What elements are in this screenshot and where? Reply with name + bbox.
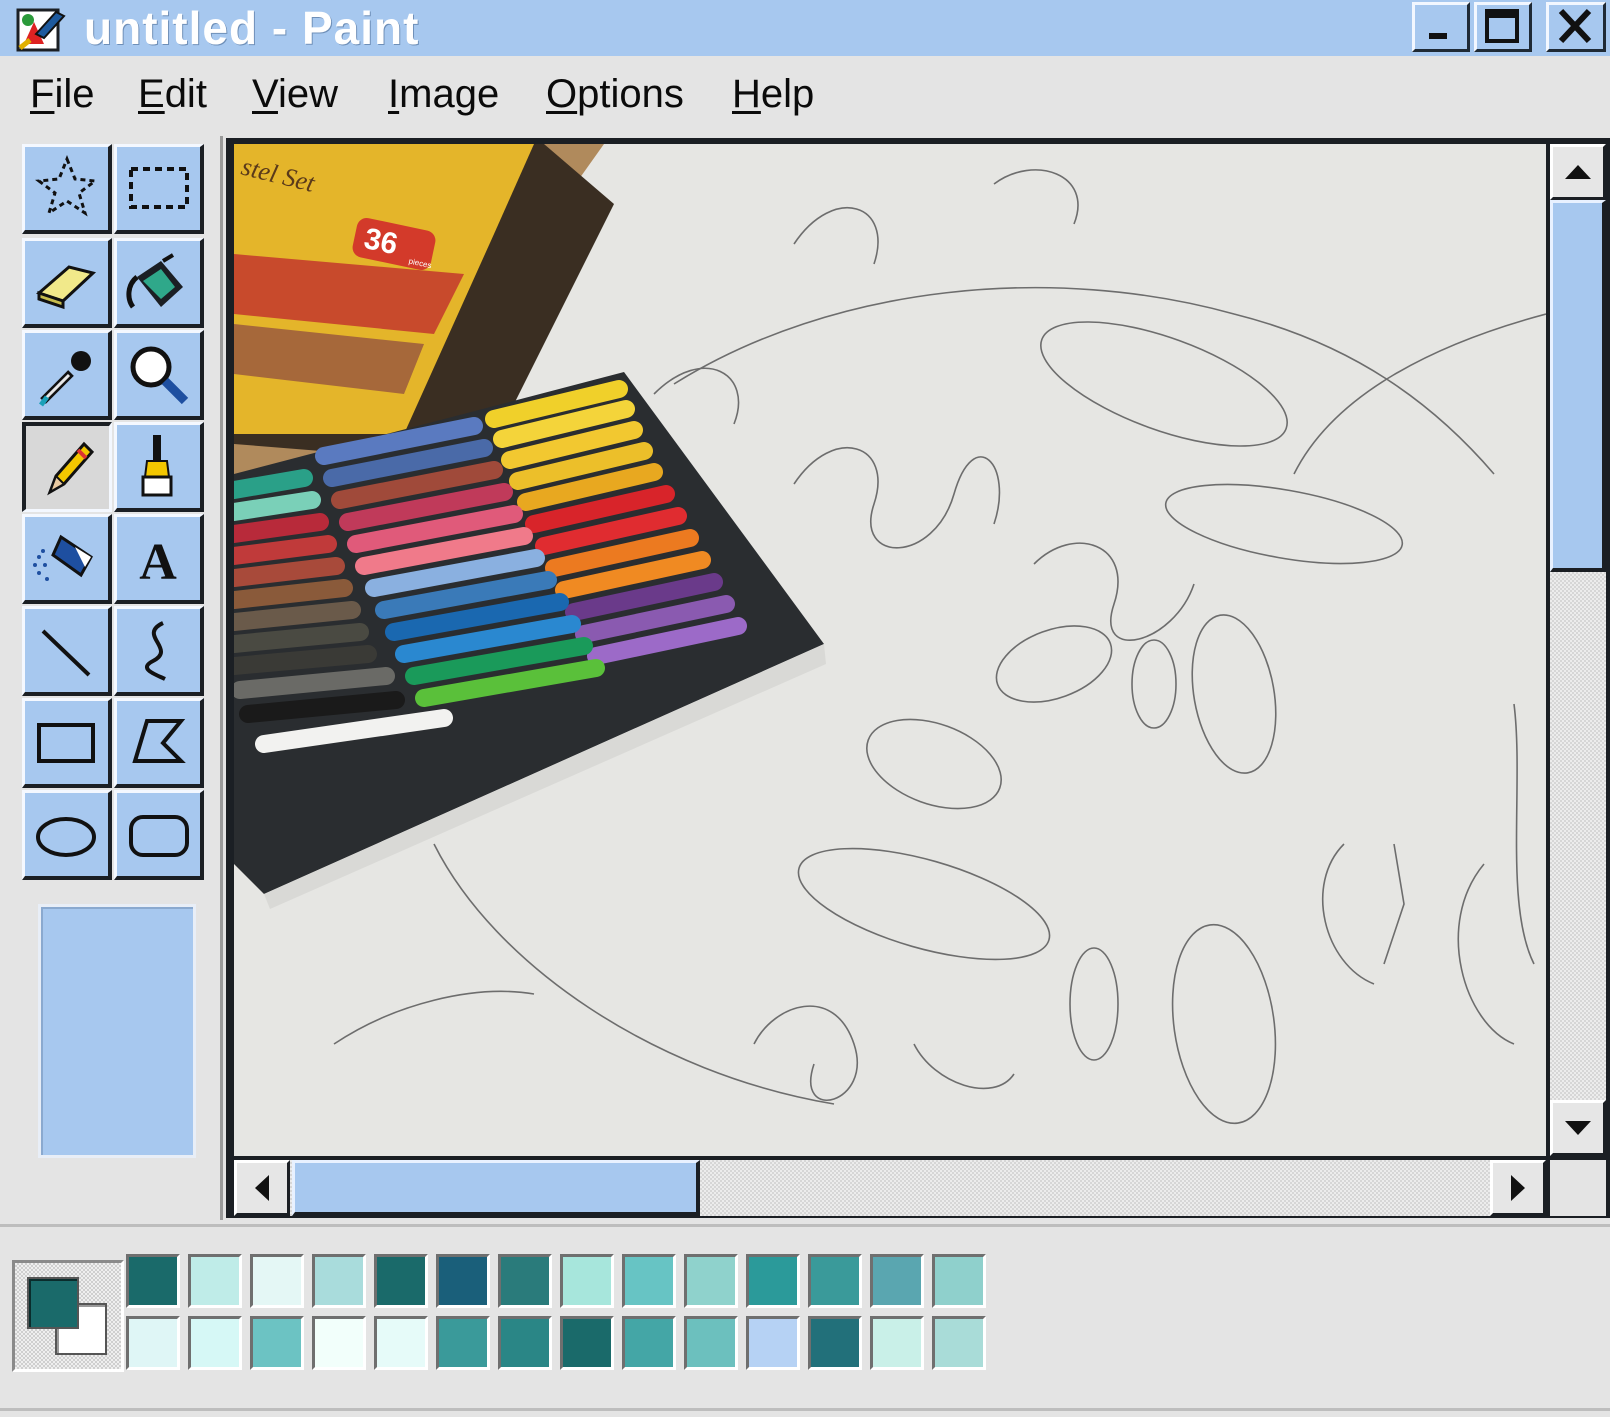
svg-text:36: 36	[361, 222, 401, 261]
palette-swatch[interactable]	[312, 1316, 366, 1370]
horizontal-scroll-thumb[interactable]	[292, 1160, 700, 1216]
palette-swatch[interactable]	[250, 1316, 304, 1370]
menu-edit[interactable]: Edit	[138, 72, 207, 116]
scroll-up-button[interactable]	[1550, 144, 1606, 200]
palette-swatch[interactable]	[746, 1254, 800, 1308]
tool-ellipse[interactable]	[22, 790, 112, 880]
paint-bucket-icon	[126, 253, 183, 309]
tool-line[interactable]	[22, 606, 112, 696]
vertical-scroll-thumb[interactable]	[1550, 200, 1606, 572]
toolbox: A	[14, 136, 223, 1220]
foreground-color-swatch[interactable]	[27, 1277, 79, 1329]
palette-swatch[interactable]	[374, 1316, 428, 1370]
palette-swatch[interactable]	[126, 1316, 180, 1370]
tool-polygon[interactable]	[114, 698, 204, 788]
tool-rectangle[interactable]	[22, 698, 112, 788]
eraser-icon	[36, 265, 97, 310]
tool-curve[interactable]	[114, 606, 204, 696]
palette-swatch[interactable]	[436, 1254, 490, 1308]
canvas-photo: 36 pieces stel Set	[234, 144, 1546, 1156]
palette-swatch[interactable]	[560, 1254, 614, 1308]
palette-swatch[interactable]	[498, 1254, 552, 1308]
menu-help[interactable]: Help	[732, 72, 814, 116]
palette-swatch[interactable]	[250, 1254, 304, 1308]
tool-rectangle-select[interactable]	[114, 144, 204, 234]
curve-icon	[145, 621, 166, 681]
tool-pencil[interactable]	[22, 422, 112, 512]
palette-swatch[interactable]	[870, 1254, 924, 1308]
airbrush-icon	[33, 534, 93, 581]
palette-swatch[interactable]	[932, 1254, 986, 1308]
palette-swatch[interactable]	[622, 1316, 676, 1370]
line-icon	[41, 629, 91, 677]
tool-eraser[interactable]	[22, 238, 112, 328]
palette-swatch[interactable]	[808, 1316, 862, 1370]
close-button[interactable]	[1546, 2, 1606, 52]
tool-fill-with-color[interactable]	[114, 238, 204, 328]
menu-image[interactable]: Image	[388, 72, 499, 116]
minimize-button[interactable]	[1412, 2, 1470, 52]
scrollbar-corner	[1550, 1160, 1606, 1216]
arrow-left-icon	[255, 1175, 269, 1201]
paint-app-icon[interactable]	[14, 4, 72, 54]
tool-free-form-select[interactable]	[22, 144, 112, 234]
palette-swatch[interactable]	[622, 1254, 676, 1308]
palette-divider	[0, 1224, 1610, 1227]
scroll-left-button[interactable]	[234, 1160, 290, 1216]
rectangle-icon	[37, 723, 95, 763]
tool-airbrush[interactable]	[22, 514, 112, 604]
text-icon: A	[139, 534, 177, 591]
palette-swatch[interactable]	[560, 1316, 614, 1370]
rectangle-select-icon	[129, 167, 189, 209]
scroll-down-button[interactable]	[1550, 1100, 1606, 1156]
palette-swatch[interactable]	[436, 1316, 490, 1370]
palette-swatch[interactable]	[684, 1316, 738, 1370]
rounded-rectangle-icon	[129, 815, 189, 857]
tool-brush[interactable]	[114, 422, 204, 512]
current-colors-indicator[interactable]	[12, 1260, 124, 1372]
polygon-icon	[132, 719, 186, 763]
arrow-up-icon	[1565, 165, 1591, 179]
palette-swatch[interactable]	[498, 1316, 552, 1370]
brush-icon	[141, 435, 173, 497]
free-form-select-icon	[35, 154, 99, 217]
palette-swatch[interactable]	[188, 1254, 242, 1308]
palette-swatch[interactable]	[374, 1254, 428, 1308]
menu-file[interactable]: File	[30, 72, 94, 116]
tool-magnifier[interactable]	[114, 330, 204, 420]
tool-pick-color[interactable]	[22, 330, 112, 420]
ellipse-icon	[36, 817, 96, 857]
palette-swatch[interactable]	[312, 1254, 366, 1308]
scroll-right-button[interactable]	[1490, 1160, 1546, 1216]
palette-swatch[interactable]	[684, 1254, 738, 1308]
drawing-canvas[interactable]: 36 pieces stel Set	[234, 144, 1546, 1156]
magnifier-icon	[130, 346, 189, 405]
menu-bar: File Edit View Image Options Help	[0, 60, 1610, 130]
palette-swatch[interactable]	[870, 1316, 924, 1370]
pencil-icon	[47, 441, 95, 496]
palette-swatch[interactable]	[188, 1316, 242, 1370]
eyedropper-icon	[39, 351, 91, 407]
vertical-scrollbar[interactable]	[1550, 144, 1606, 1156]
title-bar[interactable]: untitled - Paint	[0, 0, 1610, 56]
tool-options-panel[interactable]	[38, 904, 196, 1158]
close-icon	[1558, 8, 1592, 44]
arrow-right-icon	[1511, 1175, 1525, 1201]
tool-rounded-rectangle[interactable]	[114, 790, 204, 880]
minimize-icon	[1429, 33, 1447, 39]
maximize-button[interactable]	[1474, 2, 1532, 52]
status-bar	[0, 1408, 1610, 1411]
svg-text:A: A	[139, 534, 177, 591]
menu-view[interactable]: View	[252, 72, 338, 116]
menu-options[interactable]: Options	[546, 72, 684, 116]
tool-text[interactable]: A	[114, 514, 204, 604]
palette-swatch[interactable]	[126, 1254, 180, 1308]
palette-swatch[interactable]	[932, 1316, 986, 1370]
horizontal-scrollbar[interactable]	[234, 1160, 1546, 1216]
arrow-down-icon	[1565, 1121, 1591, 1135]
palette-swatch[interactable]	[808, 1254, 862, 1308]
window-title: untitled - Paint	[84, 2, 420, 54]
palette-swatch[interactable]	[746, 1316, 800, 1370]
